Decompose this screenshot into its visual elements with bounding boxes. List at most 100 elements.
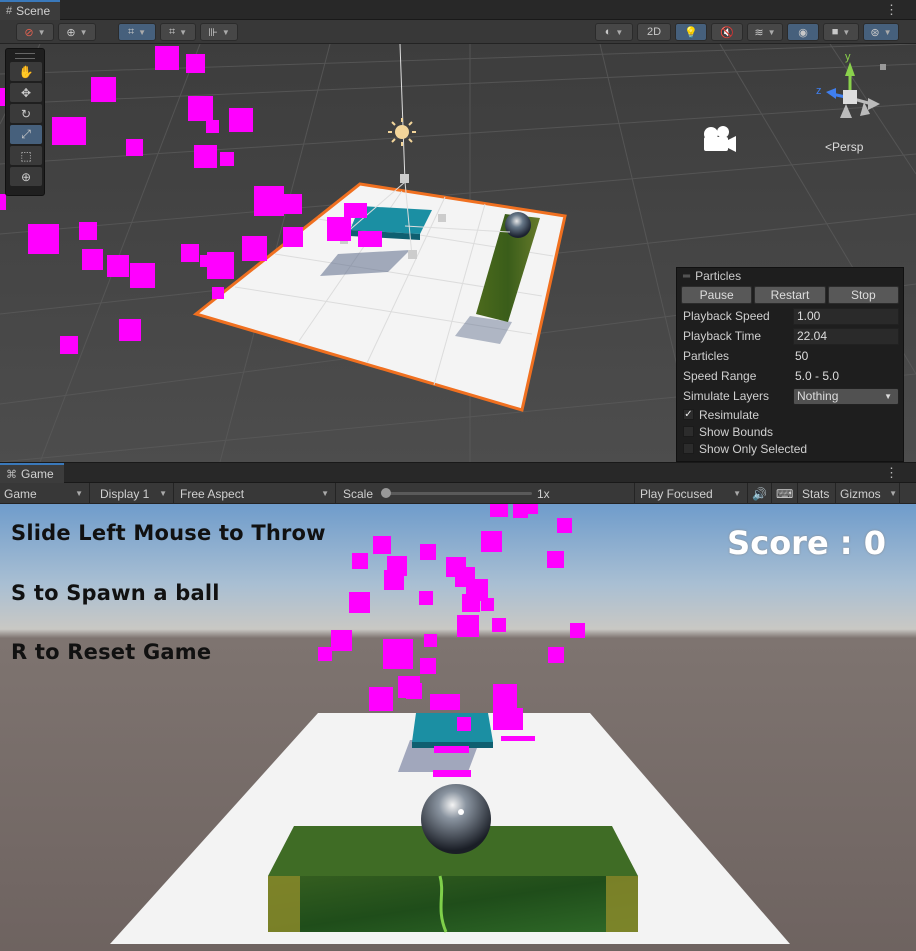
- game-toolbar: Game ▼ Display 1 ▼ Free Aspect ▼ Scale 1x P…: [0, 483, 916, 504]
- playback-time-field[interactable]: 22.04: [793, 327, 899, 345]
- rect-tool-icon[interactable]: ⬚: [10, 146, 42, 165]
- rotate-tool-icon[interactable]: ↻: [10, 104, 42, 123]
- move-tool-icon[interactable]: ✥: [10, 83, 42, 102]
- grid-snap-icon: ⌗: [127, 25, 135, 38]
- draw-mode-icon: ⊘: [24, 26, 34, 39]
- play-mode-dropdown[interactable]: Play Focused ▼: [636, 483, 748, 504]
- ruler-button[interactable]: ⊪ ▼: [200, 23, 238, 41]
- gizmo-y-label: y: [845, 51, 851, 63]
- speed-range-row: Speed Range 5.0 - 5.0: [677, 366, 903, 386]
- mute-audio-toggle[interactable]: 🔊: [748, 483, 772, 504]
- scene-toolbar: ⊘ ▼ ⊕ ▼ ⌗ ▼ ⌗ ▼ ⊪ ▼ ◐ ▼ 2D 💡 🔇 ≋ ▼ ◉ ■ ▼ ⊛ ▼: [0, 20, 916, 44]
- tab-game[interactable]: ⌘ Game: [0, 463, 64, 483]
- effects-icon: ≋: [754, 26, 764, 39]
- playback-speed-row: Playback Speed 1.00: [677, 306, 903, 326]
- grid-icon: #: [6, 5, 13, 17]
- scale-slider[interactable]: [386, 492, 532, 495]
- scene-tabbar: # Scene ⋮: [0, 0, 916, 20]
- playback-time-row: Playback Time 22.04: [677, 326, 903, 346]
- tools-overlay: ✋ ✥ ↻ ⤢ ⬚ ⊕: [5, 48, 45, 196]
- instruction-throw: Slide Left Mouse to Throw: [11, 521, 326, 545]
- resimulate-toggle[interactable]: ✓ Resimulate: [677, 406, 903, 423]
- particles-title: Particles: [695, 269, 742, 283]
- gizmos-icon: ⊛: [870, 26, 880, 39]
- projection-label[interactable]: <Persp: [825, 140, 863, 154]
- tools-grip[interactable]: [15, 53, 35, 59]
- lighting-toggle[interactable]: 💡: [675, 23, 707, 41]
- scale-label: Scale: [343, 486, 374, 501]
- playback-speed-label: Playback Speed: [683, 309, 770, 323]
- show-only-selected-toggle[interactable]: Show Only Selected: [677, 440, 903, 457]
- tab-scene-label: Scene: [16, 4, 51, 18]
- simulate-layers-value: Nothing: [797, 389, 839, 403]
- increment-snap-button[interactable]: ⌗ ▼: [160, 23, 196, 41]
- game-menu-icon[interactable]: ⋮: [885, 465, 898, 481]
- shading-mode-icon: ◐: [604, 26, 612, 38]
- draw-mode-button[interactable]: ⊘ ▼: [16, 23, 54, 41]
- tab-scene[interactable]: # Scene: [0, 0, 61, 20]
- play-mode-value: Play Focused: [640, 486, 713, 501]
- 2d-label: 2D: [646, 26, 662, 38]
- transform-tool-icon[interactable]: ⊕: [10, 167, 42, 186]
- display-dropdown[interactable]: Display 1 ▼: [96, 483, 174, 504]
- scale-slider-knob[interactable]: [381, 488, 391, 498]
- stats-toggle[interactable]: Stats: [798, 483, 836, 504]
- aspect-dropdown[interactable]: Free Aspect ▼: [176, 483, 336, 504]
- shading-mode-button[interactable]: ◐ ▼: [595, 23, 633, 41]
- global-button[interactable]: ⊕ ▼: [58, 23, 96, 41]
- scale-tool-icon[interactable]: ⤢: [10, 125, 42, 144]
- tab-game-label: Game: [21, 467, 54, 481]
- persp-chevron-icon: <: [825, 140, 833, 154]
- gizmos-toggle[interactable]: Gizmos ▼: [836, 483, 900, 504]
- game-tabbar: ⌘ Game ⋮: [0, 463, 916, 483]
- stats-label: Stats: [802, 486, 830, 501]
- playback-speed-field[interactable]: 1.00: [793, 307, 899, 325]
- simulate-layers-dropdown[interactable]: Nothing ▼: [793, 387, 899, 405]
- chevron-down-icon: ▼: [321, 489, 329, 498]
- simulate-layers-label: Simulate Layers: [683, 389, 770, 403]
- audio-toggle[interactable]: 🔇: [711, 23, 743, 41]
- visibility-toggle[interactable]: ◉: [787, 23, 819, 41]
- checkbox-icon: [683, 443, 694, 454]
- drag-handle-icon[interactable]: ═: [683, 271, 690, 282]
- gamepad-icon: ⌘: [6, 468, 17, 481]
- show-bounds-toggle[interactable]: Show Bounds: [677, 423, 903, 440]
- resimulate-label: Resimulate: [699, 407, 760, 422]
- pause-button[interactable]: Pause: [681, 286, 753, 304]
- game-mode-dropdown[interactable]: Game ▼: [0, 483, 90, 504]
- keyboard-icon: ⌨: [776, 486, 794, 501]
- scene-viewport[interactable]: y z ✋ ✥ ↻ ⤢ ⬚ ⊕ <Persp ═ Particles Pause…: [0, 44, 916, 462]
- instruction-reset: R to Reset Game: [11, 640, 212, 664]
- effects-button[interactable]: ≋ ▼: [747, 23, 783, 41]
- particles-count-row: Particles 50: [677, 346, 903, 366]
- grid-snap-button[interactable]: ⌗ ▼: [118, 23, 156, 41]
- increment-snap-icon: ⌗: [168, 25, 176, 38]
- scene-menu-icon[interactable]: ⋮: [885, 2, 898, 18]
- hand-tool-icon[interactable]: ✋: [10, 62, 42, 81]
- game-ball: [421, 784, 491, 854]
- particles-buttons: Pause Restart Stop: [677, 284, 903, 306]
- game-mode-value: Game: [4, 486, 37, 501]
- game-platform: [412, 713, 493, 742]
- restart-button[interactable]: Restart: [754, 286, 826, 304]
- game-render: [0, 504, 916, 951]
- particles-count-value: 50: [795, 349, 809, 363]
- game-viewport[interactable]: Slide Left Mouse to Throw S to Spawn a b…: [0, 504, 916, 951]
- speed-range-value: 5.0 - 5.0: [795, 369, 840, 383]
- keyboard-shortcuts-toggle[interactable]: ⌨: [772, 483, 798, 504]
- camera-button[interactable]: ■ ▼: [823, 23, 859, 41]
- global-icon: ⊕: [66, 26, 76, 39]
- scene-ball: [505, 212, 531, 238]
- show-only-selected-label: Show Only Selected: [699, 441, 808, 456]
- lightbulb-icon: 💡: [684, 26, 698, 39]
- visibility-icon: ◉: [798, 26, 808, 39]
- chevron-down-icon: ▼: [889, 489, 897, 498]
- 2d-toggle[interactable]: 2D: [637, 23, 671, 41]
- audio-mute-icon: 🔇: [720, 26, 734, 39]
- checkbox-checked-icon: ✓: [683, 409, 694, 420]
- chevron-down-icon: ▼: [733, 489, 741, 498]
- stop-button[interactable]: Stop: [827, 286, 899, 304]
- chevron-down-icon: ▼: [159, 489, 167, 498]
- gizmos-button[interactable]: ⊛ ▼: [863, 23, 899, 41]
- speed-range-label: Speed Range: [683, 369, 757, 383]
